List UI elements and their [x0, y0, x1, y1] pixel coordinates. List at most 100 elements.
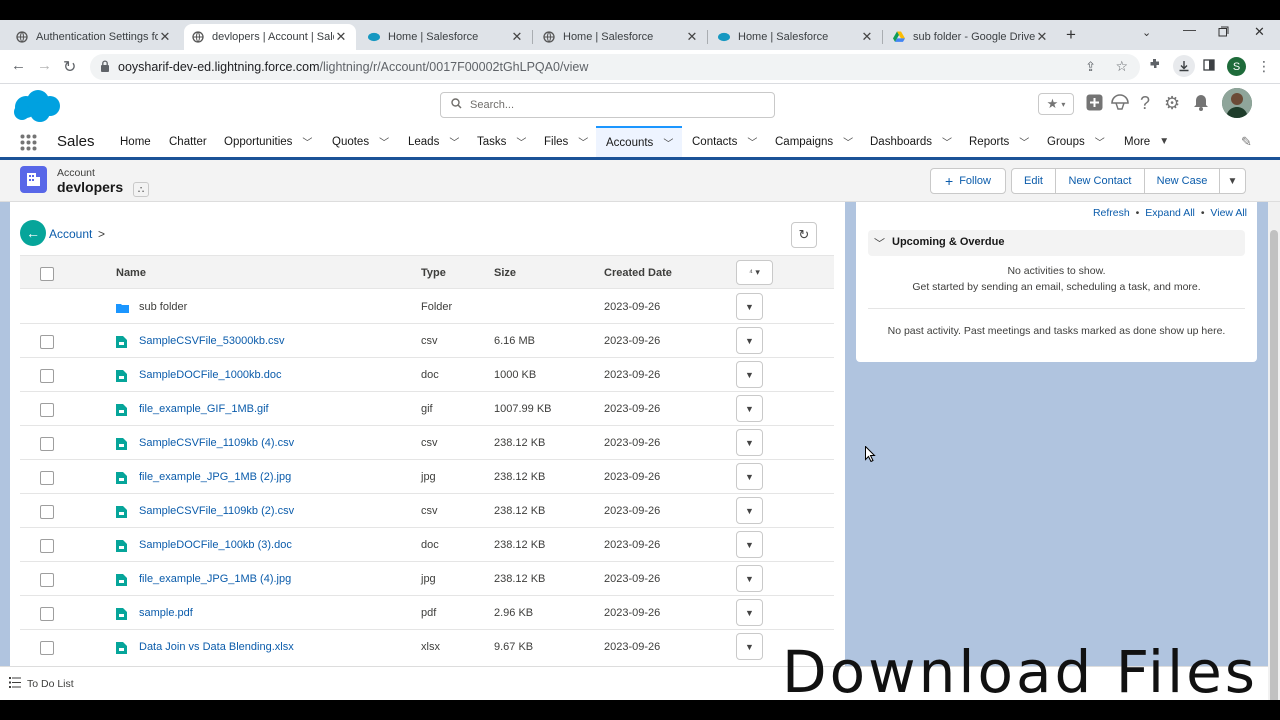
file-name-link[interactable]: sample.pdf — [139, 607, 193, 619]
row-actions-icon[interactable]: ▼ — [736, 633, 763, 660]
refresh-link[interactable]: Refresh — [1093, 207, 1130, 219]
back-icon[interactable]: ← — [11, 57, 26, 74]
row-checkbox[interactable] — [40, 607, 54, 621]
row-checkbox[interactable] — [40, 505, 54, 519]
more-actions-caret-icon[interactable]: ▼ — [1219, 168, 1246, 194]
file-name-link[interactable]: file_example_JPG_1MB (4).jpg — [139, 573, 291, 585]
chevron-down-icon[interactable]: ﹀ — [663, 135, 673, 150]
table-row[interactable]: sub folder Folder 2023-09-26 ▼ — [20, 290, 834, 324]
chevron-down-icon[interactable]: ﹀ — [747, 134, 757, 149]
table-row[interactable]: Data Join vs Data Blending.xlsx xlsx 9.6… — [20, 630, 834, 664]
close-tab-icon[interactable]: ✕ — [1035, 29, 1049, 45]
nav-item-files[interactable]: Files ﹀ — [544, 126, 588, 157]
row-checkbox[interactable] — [40, 471, 54, 485]
row-checkbox[interactable] — [40, 539, 54, 553]
new-case-button[interactable]: New Case — [1144, 168, 1220, 194]
row-actions-icon[interactable]: ▼ — [736, 395, 763, 422]
trailhead-icon[interactable] — [1111, 94, 1129, 116]
column-header-type[interactable]: Type — [421, 267, 446, 279]
nav-item-leads[interactable]: Leads ﹀ — [408, 126, 459, 157]
nav-item-accounts[interactable]: Accounts ﹀ — [596, 126, 682, 157]
browser-menu-icon[interactable]: ⋮ — [1257, 58, 1271, 75]
row-actions-icon[interactable]: ▼ — [736, 361, 763, 388]
row-actions-icon[interactable]: ▼ — [736, 327, 763, 354]
browser-tab-active[interactable]: devlopers | Account | Sales ✕ — [184, 24, 356, 50]
nav-item-more[interactable]: More ▼ — [1124, 126, 1169, 157]
share-icon[interactable]: ⇪ — [1085, 59, 1096, 75]
file-name-link[interactable]: SampleCSVFile_53000kb.csv — [139, 335, 285, 347]
caret-down-icon[interactable]: ▼ — [1159, 136, 1169, 147]
file-name-link[interactable]: SampleDOCFile_100kb (3).doc — [139, 539, 292, 551]
table-row[interactable]: SampleCSVFile_53000kb.csv csv 6.16 MB 20… — [20, 324, 834, 358]
back-arrow-icon[interactable]: ← — [20, 220, 46, 246]
scrollbar-thumb[interactable] — [1270, 230, 1278, 700]
nav-item-dashboards[interactable]: Dashboards ﹀ — [870, 126, 952, 157]
new-tab-icon[interactable]: + — [1066, 25, 1076, 45]
tab-search-chevron-icon[interactable]: ⌄ — [1142, 26, 1151, 39]
chevron-down-icon[interactable]: ﹀ — [449, 134, 459, 149]
column-settings-icon[interactable]: ⁴ ▾ — [736, 260, 773, 285]
global-actions-icon[interactable] — [1086, 94, 1103, 116]
close-tab-icon[interactable]: ✕ — [158, 29, 172, 45]
row-actions-icon[interactable]: ▼ — [736, 599, 763, 626]
close-tab-icon[interactable]: ✕ — [685, 29, 699, 45]
nav-item-chatter[interactable]: Chatter — [169, 126, 207, 157]
side-panel-icon[interactable] — [1203, 58, 1215, 74]
chevron-down-icon[interactable]: ﹀ — [843, 134, 853, 149]
row-checkbox[interactable] — [40, 335, 54, 349]
chevron-down-icon[interactable]: ﹀ — [1095, 134, 1105, 149]
row-actions-icon[interactable]: ▼ — [736, 531, 763, 558]
chevron-down-icon[interactable]: ﹀ — [302, 134, 312, 149]
favorites-star-icon[interactable]: ★ ▾ — [1038, 93, 1074, 115]
todo-list-button[interactable]: To Do List — [9, 677, 74, 691]
url-field[interactable]: ooysharif-dev-ed.lightning.force.com/lig… — [90, 54, 1140, 80]
profile-avatar[interactable]: S — [1227, 57, 1246, 76]
chevron-down-icon[interactable]: ﹀ — [379, 134, 389, 149]
nav-item-campaigns[interactable]: Campaigns ﹀ — [775, 126, 853, 157]
nav-item-reports[interactable]: Reports ﹀ — [969, 126, 1029, 157]
row-actions-icon[interactable]: ▼ — [736, 565, 763, 592]
download-icon[interactable] — [1173, 55, 1195, 77]
row-actions-icon[interactable]: ▼ — [736, 293, 763, 320]
new-contact-button[interactable]: New Contact — [1055, 168, 1145, 194]
chevron-down-icon[interactable]: ﹀ — [942, 134, 952, 149]
app-launcher-icon[interactable] — [20, 134, 37, 154]
chevron-down-icon[interactable]: ﹀ — [1019, 134, 1029, 149]
restore-icon[interactable] — [1218, 25, 1229, 40]
browser-tab[interactable]: Home | Salesforce ✕ — [710, 24, 882, 50]
select-all-checkbox[interactable] — [40, 267, 54, 281]
table-row[interactable]: file_example_JPG_1MB (2).jpg jpg 238.12 … — [20, 460, 834, 494]
browser-tab[interactable]: Authentication Settings for ✕ — [8, 24, 180, 50]
refresh-icon[interactable]: ↻ — [791, 222, 817, 248]
nav-item-home[interactable]: Home — [120, 126, 151, 157]
help-icon[interactable]: ? — [1140, 93, 1150, 114]
column-header-created[interactable]: Created Date — [604, 267, 672, 279]
row-checkbox[interactable] — [40, 573, 54, 587]
file-name-link[interactable]: file_example_JPG_1MB (2).jpg — [139, 471, 291, 483]
file-name-link[interactable]: file_example_GIF_1MB.gif — [139, 403, 269, 415]
column-header-name[interactable]: Name — [116, 267, 146, 279]
nav-item-groups[interactable]: Groups ﹀ — [1047, 126, 1105, 157]
browser-tab[interactable]: Home | Salesforce ✕ — [535, 24, 707, 50]
row-actions-icon[interactable]: ▼ — [736, 463, 763, 490]
table-row[interactable]: sample.pdf pdf 2.96 KB 2023-09-26 ▼ — [20, 596, 834, 630]
table-row[interactable]: SampleCSVFile_1109kb (4).csv csv 238.12 … — [20, 426, 834, 460]
notifications-bell-icon[interactable] — [1193, 94, 1209, 116]
breadcrumb-account-link[interactable]: Account — [49, 227, 92, 241]
expand-all-link[interactable]: Expand All — [1145, 207, 1195, 219]
row-checkbox[interactable] — [40, 369, 54, 383]
bookmark-star-icon[interactable]: ☆ — [1115, 58, 1128, 75]
upcoming-section-header[interactable]: ﹀ Upcoming & Overdue — [868, 230, 1245, 256]
folder-name[interactable]: sub folder — [139, 301, 187, 313]
table-row[interactable]: file_example_JPG_1MB (4).jpg jpg 238.12 … — [20, 562, 834, 596]
table-row[interactable]: SampleCSVFile_1109kb (2).csv csv 238.12 … — [20, 494, 834, 528]
minimize-icon[interactable]: — — [1183, 22, 1196, 37]
nav-item-tasks[interactable]: Tasks ﹀ — [477, 126, 526, 157]
row-checkbox[interactable] — [40, 437, 54, 451]
reload-icon[interactable]: ↻ — [63, 57, 76, 77]
row-checkbox[interactable] — [40, 403, 54, 417]
close-tab-icon[interactable]: ✕ — [510, 29, 524, 45]
row-actions-icon[interactable]: ▼ — [736, 497, 763, 524]
view-all-link[interactable]: View All — [1210, 207, 1247, 219]
row-checkbox[interactable] — [40, 641, 54, 655]
